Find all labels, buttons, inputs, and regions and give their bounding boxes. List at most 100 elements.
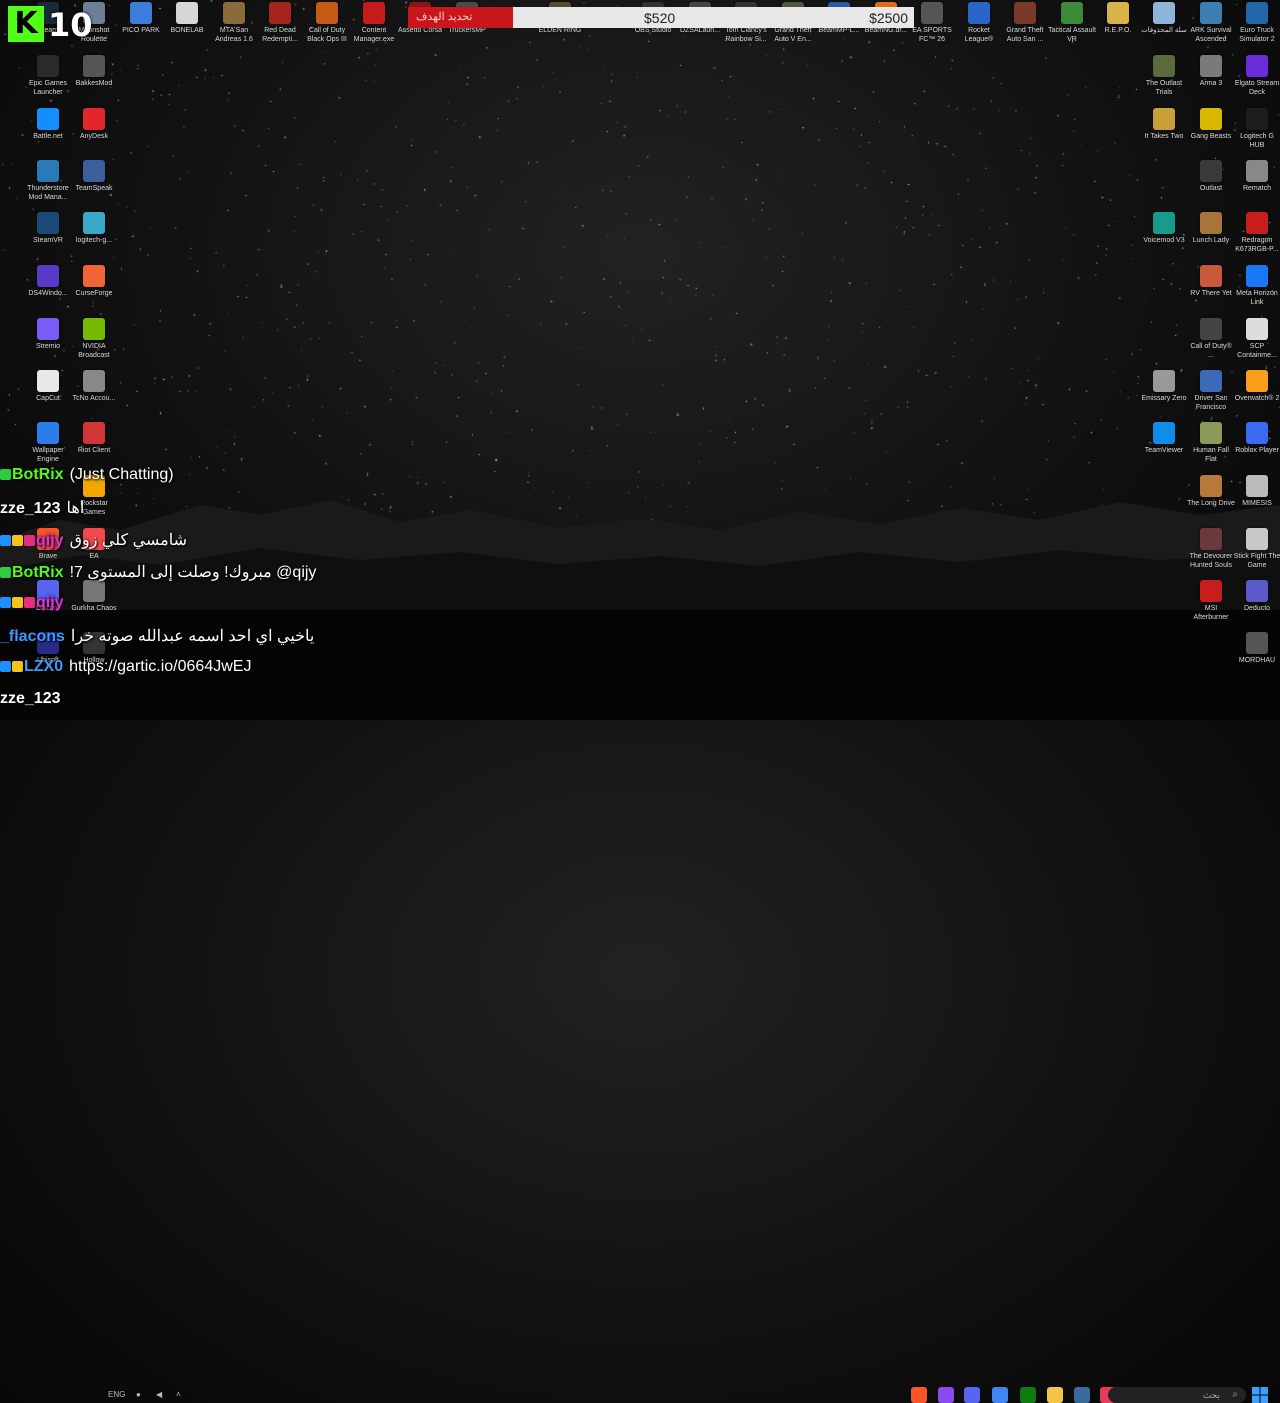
mic-icon[interactable]: ● (136, 1390, 141, 1399)
app-icon (1153, 108, 1175, 130)
brave-icon[interactable] (911, 1387, 927, 1403)
app-icon (37, 212, 59, 234)
desktop-icon-label: Tactical Assault VR (1048, 26, 1096, 44)
desktop-icon[interactable]: Wallpaper Engine (24, 422, 72, 464)
desktop-icon[interactable]: Meta Horizon Link (1233, 265, 1280, 307)
desktop-icon[interactable]: logitech-g... (70, 212, 118, 245)
desktop-icon[interactable]: MIMESIS (1233, 475, 1280, 508)
desktop-icon[interactable]: Content Manager.exe (350, 2, 398, 44)
volume-icon[interactable]: ◀ (156, 1390, 162, 1399)
desktop-icon[interactable]: Stick Fight The Game (1233, 528, 1280, 570)
chat-username: BotRix (12, 466, 64, 483)
desktop-icon-label: logitech-g... (70, 236, 118, 245)
desktop-icon[interactable]: The Devourer Hunted Souls (1187, 528, 1235, 570)
desktop-icon[interactable]: EA SPORTS FC™ 26 (908, 2, 956, 44)
goal-current-amount: $520 (644, 10, 675, 26)
desktop-icon[interactable]: Driver San Francisco (1187, 370, 1235, 412)
desktop-icon[interactable]: BONELAB (163, 2, 211, 35)
desktop-icon[interactable]: The Outlast Trials (1140, 55, 1188, 97)
desktop-icon[interactable]: CurseForge (70, 265, 118, 298)
desktop-icon[interactable]: سلة المحذوفات (1140, 2, 1188, 35)
app-icon (83, 318, 105, 340)
desktop-icon[interactable]: Red Dead Redempti... (256, 2, 304, 44)
desktop-icon[interactable]: Redragon K673RGB-P... (1233, 212, 1280, 254)
desktop-icon[interactable]: Overwatch® 2 (1233, 370, 1280, 403)
desktop-icon[interactable]: R.E.P.O. (1094, 2, 1142, 35)
app-icon (37, 370, 59, 392)
desktop-icon-label: Wallpaper Engine (24, 446, 72, 464)
desktop-icon[interactable]: Roblox Player (1233, 422, 1280, 455)
desktop-icon[interactable]: SCP Containme... (1233, 318, 1280, 360)
desktop-icon[interactable]: Logitech G HUB (1233, 108, 1280, 150)
desktop-icon[interactable]: MSI Afterburner (1187, 580, 1235, 622)
desktop-icon[interactable]: Rematch (1233, 160, 1280, 193)
steam-icon[interactable] (1074, 1387, 1090, 1403)
file-explorer-icon[interactable] (1047, 1387, 1063, 1403)
desktop-icon[interactable]: Voicemod V3 (1140, 212, 1188, 245)
app-icon (1200, 528, 1222, 550)
desktop-icon[interactable]: Elgato Stream Deck (1233, 55, 1280, 97)
desktop-icon[interactable]: The Long Drive (1187, 475, 1235, 508)
desktop-icon[interactable]: MORDHAU (1233, 632, 1280, 665)
desktop-icon[interactable]: It Takes Two (1140, 108, 1188, 141)
desktop-icon[interactable]: BakkesMod (70, 55, 118, 88)
desktop-icon[interactable]: CapCut (24, 370, 72, 403)
desktop-icon[interactable]: Rocket League® (955, 2, 1003, 44)
desktop-icon[interactable]: TcNo Accou... (70, 370, 118, 403)
app-icon (1246, 632, 1268, 654)
desktop-icon-label: MTA San Andreas 1.6 (210, 26, 258, 44)
desktop-icon[interactable]: ARK Survival Ascended (1187, 2, 1235, 44)
desktop-icon[interactable]: Grand Theft Auto San ... (1001, 2, 1049, 44)
desktop-icon[interactable]: Lunch Lady (1187, 212, 1235, 245)
desktop-icon[interactable]: Arma 3 (1187, 55, 1235, 88)
desktop-icon-label: DS4Windo... (24, 289, 72, 298)
desktop-icon[interactable]: Battle.net (24, 108, 72, 141)
app-purple-icon[interactable] (938, 1387, 954, 1403)
desktop-icon[interactable]: DS4Windo... (24, 265, 72, 298)
desktop-icon-label: SteamVR (24, 236, 72, 245)
discord-icon[interactable] (964, 1387, 980, 1403)
desktop-icon[interactable]: MTA San Andreas 1.6 (210, 2, 258, 44)
desktop-icon[interactable]: NVIDIA Broadcast (70, 318, 118, 360)
desktop-icon-label: MIMESIS (1233, 499, 1280, 508)
desktop-icon-label: It Takes Two (1140, 132, 1188, 141)
chat-badge-icon (12, 535, 23, 546)
desktop-icon[interactable]: Euro Truck Simulator 2 (1233, 2, 1280, 44)
desktop-icon[interactable]: Call of Duty® ... (1187, 318, 1235, 360)
desktop-icon[interactable]: Tactical Assault VR (1048, 2, 1096, 44)
desktop-icon[interactable]: TeamViewer (1140, 422, 1188, 455)
desktop-icon[interactable]: Deducto (1233, 580, 1280, 613)
desktop-icon[interactable]: Gang Beasts (1187, 108, 1235, 141)
desktop-icon[interactable]: PICO PARK (117, 2, 165, 35)
app-icon (37, 55, 59, 77)
goal-title: تحديد الهدف (416, 10, 472, 23)
desktop-icon[interactable]: Stremio (24, 318, 72, 351)
desktop-icon[interactable]: Emissary Zero (1140, 370, 1188, 403)
desktop-icon[interactable]: RV There Yet (1187, 265, 1235, 298)
language-indicator[interactable]: ENG (108, 1390, 125, 1399)
desktop-icon[interactable]: Outlast (1187, 160, 1235, 193)
desktop-icon[interactable]: AnyDesk (70, 108, 118, 141)
app-icon (37, 318, 59, 340)
desktop-icon-label: RV There Yet (1187, 289, 1235, 298)
desktop-icon-label: R.E.P.O. (1094, 26, 1142, 35)
desktop-icon-label: Deducto (1233, 604, 1280, 613)
chevron-up-icon[interactable]: ˄ (176, 1390, 181, 1399)
desktop-icon-label: NVIDIA Broadcast (70, 342, 118, 360)
xbox-icon[interactable] (1020, 1387, 1036, 1403)
chat-text: اها (67, 500, 85, 517)
desktop-icon[interactable]: Riot Client (70, 422, 118, 455)
desktop-icon[interactable]: Human Fall Flat (1187, 422, 1235, 464)
chrome-icon[interactable] (992, 1387, 1008, 1403)
search-box[interactable]: بحث ⌕ (1108, 1387, 1246, 1403)
chat-message: BotRix!مبروك! وصلت إلى المستوى 7 @qijy (0, 562, 316, 588)
chat-badge-icon (0, 535, 11, 546)
desktop-icon-label: Red Dead Redempti... (256, 26, 304, 44)
desktop-icon[interactable]: SteamVR (24, 212, 72, 245)
windows-start-icon[interactable] (1252, 1387, 1268, 1403)
desktop-icon[interactable]: Thunderstore Mod Mana... (24, 160, 72, 202)
desktop-icon[interactable]: TeamSpeak (70, 160, 118, 193)
desktop-icon-label: Epic Games Launcher (24, 79, 72, 97)
desktop-icon[interactable]: Epic Games Launcher (24, 55, 72, 97)
desktop-icon[interactable]: Call of Duty Black Ops III (303, 2, 351, 44)
